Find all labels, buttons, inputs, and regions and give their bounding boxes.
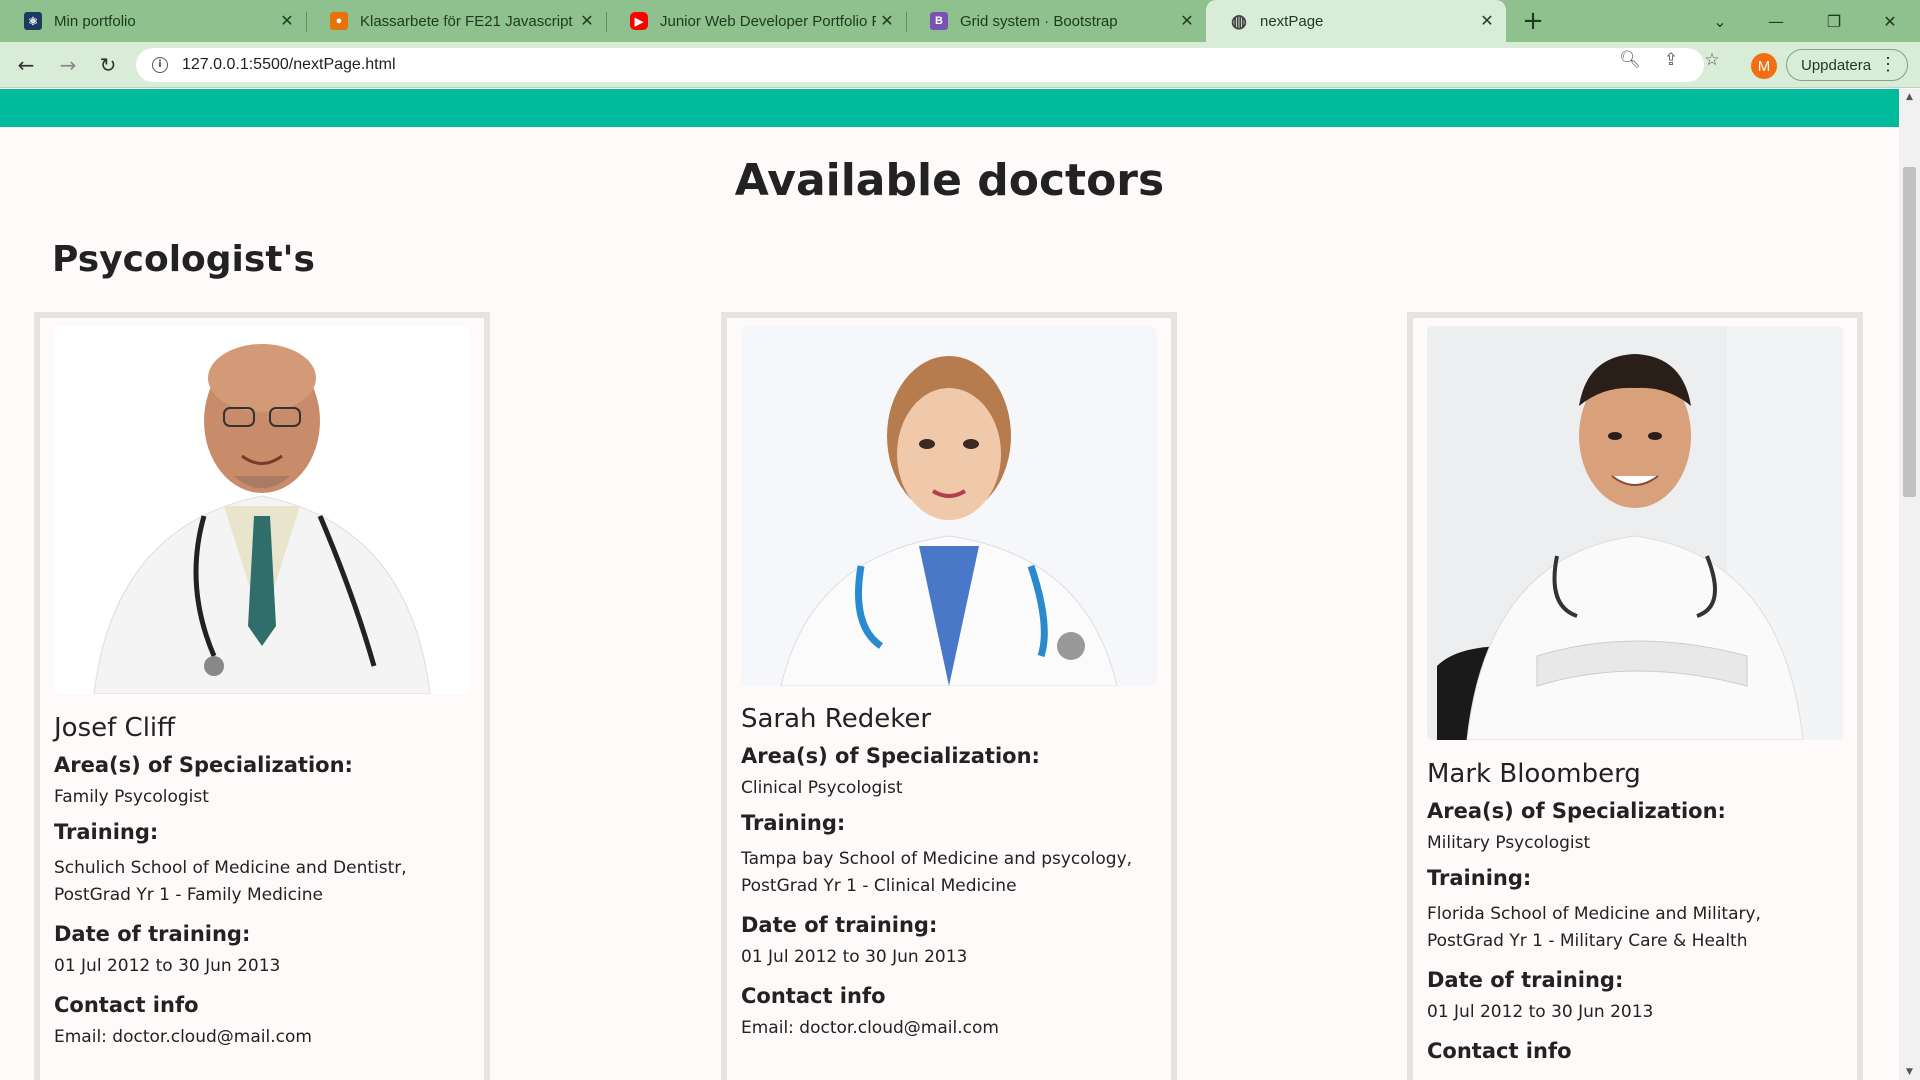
training-heading: Training: <box>1427 866 1532 890</box>
email-text: Email: doctor.cloud@mail.com <box>54 1027 312 1047</box>
tab-title: nextPage <box>1260 12 1324 30</box>
doctor-photo <box>1427 326 1843 740</box>
back-icon[interactable]: ← <box>10 49 42 81</box>
page-content: Available doctors Psycologist's Josef Cl… <box>0 89 1899 1080</box>
date-text: 01 Jul 2012 to 30 Jun 2013 <box>741 947 968 967</box>
site-info-icon[interactable]: i <box>152 57 168 73</box>
doctor-info: Mark Bloomberg Area(s) of Specialization… <box>1427 758 1847 1066</box>
scroll-up-icon[interactable]: ▲ <box>1899 89 1920 105</box>
close-window-icon[interactable]: ✕ <box>1862 0 1918 42</box>
tab-junior-web-developer[interactable]: ▶ Junior Web Developer Portfolio P ✕ <box>606 0 906 42</box>
new-tab-button[interactable]: + <box>1518 6 1548 36</box>
update-button[interactable]: Uppdatera ⋮ <box>1786 49 1908 81</box>
doctor-name: Mark Bloomberg <box>1427 759 1641 789</box>
profile-avatar[interactable]: M <box>1751 53 1777 79</box>
url-text[interactable]: 127.0.0.1:5500/nextPage.html <box>182 56 396 74</box>
minimize-icon[interactable]: — <box>1748 0 1804 42</box>
page-title: Available doctors <box>734 155 1165 206</box>
doctor-name: Sarah Redeker <box>741 704 932 734</box>
tab-search-icon[interactable]: ⌄ <box>1692 0 1748 42</box>
date-text: 01 Jul 2012 to 30 Jun 2013 <box>1427 1002 1654 1022</box>
browser-toolbar: ← → ↻ i 127.0.0.1:5500/nextPage.html 🔍︎ … <box>0 42 1920 88</box>
close-icon[interactable]: ✕ <box>576 11 598 31</box>
address-bar[interactable]: i 127.0.0.1:5500/nextPage.html <box>136 48 1704 82</box>
date-text: 01 Jul 2012 to 30 Jun 2013 <box>54 956 281 976</box>
tab-nextpage[interactable]: ◍ nextPage ✕ <box>1206 0 1506 42</box>
training-text: Florida School of Medicine and Military, <box>1427 904 1761 924</box>
close-icon[interactable]: ✕ <box>876 11 898 31</box>
doctor-photo <box>54 326 470 694</box>
training-heading: Training: <box>741 811 846 835</box>
page-scrollbar[interactable]: ▲ ▼ <box>1899 89 1920 1080</box>
tab-grid-system-bootstrap[interactable]: B Grid system · Bootstrap ✕ <box>906 0 1206 42</box>
specialization-text: Clinical Psycologist <box>741 778 903 798</box>
specialization-text: Family Psycologist <box>54 787 209 807</box>
update-label: Uppdatera <box>1801 56 1872 74</box>
scroll-down-icon[interactable]: ▼ <box>1899 1064 1920 1080</box>
doctor-card: Josef Cliff Area(s) of Specialization: F… <box>34 312 490 1080</box>
training-heading: Training: <box>54 820 159 844</box>
zoom-icon[interactable]: 🔍︎ <box>1619 50 1641 70</box>
doctor-name: Josef Cliff <box>54 713 176 743</box>
scroll-thumb[interactable] <box>1903 167 1916 497</box>
specialization-text: Military Psycologist <box>1427 833 1591 853</box>
date-heading: Date of training: <box>1427 968 1624 992</box>
tab-min-portfolio[interactable]: ⚛ Min portfolio ✕ <box>0 0 306 42</box>
share-icon[interactable]: ⇪ <box>1661 50 1681 70</box>
tab-klassarbete[interactable]: ● Klassarbete för FE21 Javascript 2 ✕ <box>306 0 606 42</box>
contact-heading: Contact info <box>741 984 886 1008</box>
bookmark-star-icon[interactable]: ☆ <box>1702 50 1722 70</box>
reload-icon[interactable]: ↻ <box>92 49 124 81</box>
avatar-letter: M <box>1757 57 1771 75</box>
forward-icon[interactable]: → <box>52 49 84 81</box>
youtube-icon: ▶ <box>630 12 648 30</box>
training-text: PostGrad Yr 1 - Clinical Medicine <box>741 876 1017 896</box>
training-text: PostGrad Yr 1 - Military Care & Health <box>1427 931 1748 951</box>
specialization-heading: Area(s) of Specialization: <box>54 753 353 777</box>
section-title: Psycologist's <box>52 239 315 280</box>
doctor-info: Sarah Redeker Area(s) of Specialization:… <box>741 703 1161 1042</box>
tab-title: Junior Web Developer Portfolio P <box>660 12 876 30</box>
email-text: Email: doctor.cloud@mail.com <box>741 1018 999 1038</box>
tab-title: Klassarbete för FE21 Javascript 2 <box>360 12 576 30</box>
specialization-heading: Area(s) of Specialization: <box>1427 799 1726 823</box>
doctor-card: Sarah Redeker Area(s) of Specialization:… <box>721 312 1177 1080</box>
doctor-photo <box>741 326 1157 686</box>
specialization-heading: Area(s) of Specialization: <box>741 744 1040 768</box>
contact-heading: Contact info <box>54 993 199 1017</box>
site-header-bar <box>0 89 1899 127</box>
restore-icon[interactable]: ❐ <box>1806 0 1862 42</box>
tab-strip: ⚛ Min portfolio ✕ ● Klassarbete för FE21… <box>0 0 1920 42</box>
training-text: PostGrad Yr 1 - Family Medicine <box>54 885 323 905</box>
training-text: Schulich School of Medicine and Dentistr… <box>54 858 407 878</box>
react-icon: ⚛ <box>24 12 42 30</box>
globe-icon: ◍ <box>1231 10 1247 31</box>
close-icon[interactable]: ✕ <box>1176 11 1198 31</box>
user-icon: ● <box>330 12 348 30</box>
close-icon[interactable]: ✕ <box>276 11 298 31</box>
date-heading: Date of training: <box>54 922 251 946</box>
doctor-info: Josef Cliff Area(s) of Specialization: F… <box>54 712 474 1051</box>
tab-title: Min portfolio <box>54 12 136 30</box>
training-text: Tampa bay School of Medicine and psycolo… <box>741 849 1133 869</box>
doctor-card: Mark Bloomberg Area(s) of Specialization… <box>1407 312 1863 1080</box>
tab-title: Grid system · Bootstrap <box>960 12 1118 30</box>
contact-heading: Contact info <box>1427 1039 1572 1063</box>
close-icon[interactable]: ✕ <box>1476 11 1498 31</box>
bootstrap-icon: B <box>930 12 948 30</box>
date-heading: Date of training: <box>741 913 938 937</box>
more-menu-icon[interactable]: ⋮ <box>1879 54 1897 74</box>
